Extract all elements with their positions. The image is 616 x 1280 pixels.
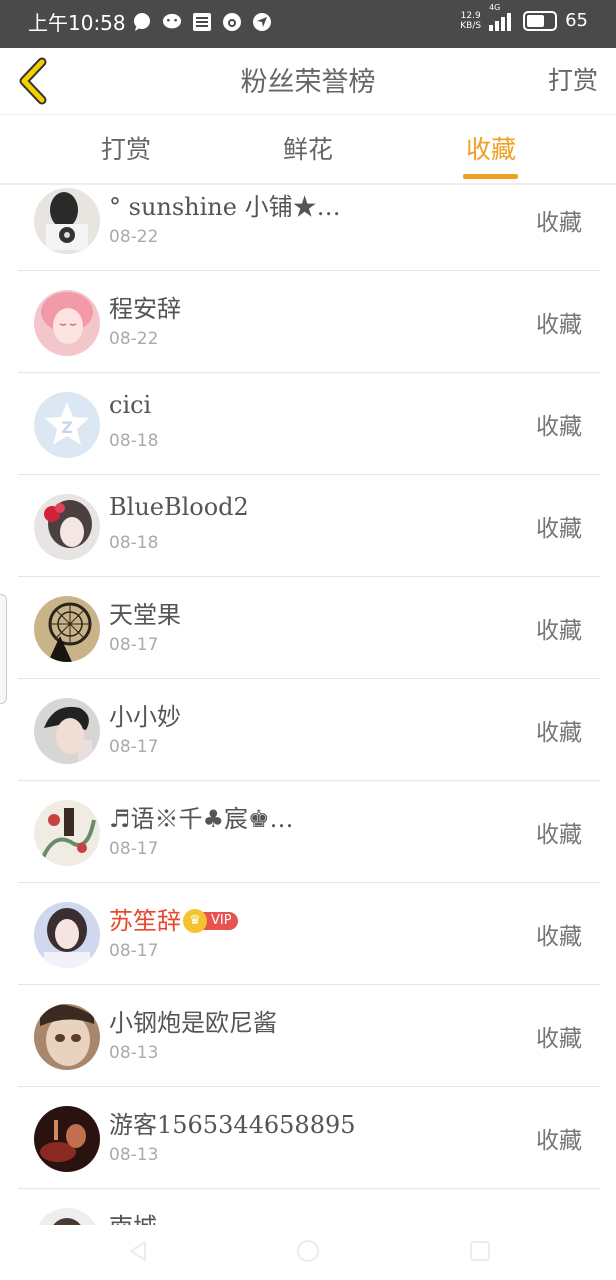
avatar bbox=[34, 290, 100, 356]
fan-name: cici bbox=[109, 391, 152, 419]
list-item[interactable]: 程安辞 08-22 收藏 bbox=[0, 271, 616, 373]
avatar bbox=[34, 698, 100, 764]
chat-bubble-icon bbox=[132, 12, 152, 32]
fan-action-label: 收藏 bbox=[536, 618, 582, 644]
battery-icon bbox=[523, 10, 558, 31]
fan-action-label: 收藏 bbox=[536, 1026, 582, 1052]
fan-name: 天堂果 bbox=[109, 601, 181, 629]
avatar bbox=[34, 1208, 100, 1225]
system-nav-bar bbox=[0, 1225, 616, 1280]
fan-date: 08-13 bbox=[109, 1043, 159, 1063]
list-item[interactable]: ° sunshine 小铺★… 08-22 收藏 bbox=[0, 185, 616, 271]
avatar: Z bbox=[34, 392, 100, 458]
fan-name: ♬语※千♣宸♚… bbox=[109, 805, 294, 833]
avatar bbox=[34, 188, 100, 254]
nav-home-button[interactable] bbox=[296, 1239, 320, 1267]
list-item[interactable]: 天堂果 08-17 收藏 bbox=[0, 577, 616, 679]
fan-action-label: 收藏 bbox=[536, 414, 582, 440]
fan-action-label: 收藏 bbox=[536, 516, 582, 542]
triangle-back-icon bbox=[130, 1241, 146, 1261]
status-bar: 上午10:58 12.9 KB/S 4G 65 bbox=[0, 0, 616, 48]
tab-bar: 打赏 鲜花 收藏 bbox=[0, 115, 616, 183]
tab-flowers[interactable]: 鲜花 bbox=[228, 115, 388, 183]
list-item[interactable]: 小钢炮是欧尼酱 08-13 收藏 bbox=[0, 985, 616, 1087]
list-app-icon bbox=[192, 12, 212, 32]
fan-date: 08-22 bbox=[109, 227, 159, 247]
battery-level: 65 bbox=[565, 10, 588, 31]
fan-name: 小小妙 bbox=[109, 703, 181, 731]
fan-action-label: 收藏 bbox=[536, 822, 582, 848]
fan-name: 小钢炮是欧尼酱 bbox=[109, 1009, 277, 1037]
notification-icons bbox=[132, 12, 272, 32]
avatar bbox=[34, 494, 100, 560]
page-title: 粉丝荣誉榜 bbox=[240, 67, 376, 98]
location-app-icon bbox=[252, 12, 272, 32]
fan-action-label: 收藏 bbox=[536, 924, 582, 950]
fan-date: 08-22 bbox=[109, 329, 159, 349]
nav-back-button[interactable] bbox=[126, 1239, 150, 1267]
avatar bbox=[34, 596, 100, 662]
fan-name: 游客1565344658895 bbox=[109, 1111, 356, 1139]
list-item[interactable]: 游客1565344658895 08-13 收藏 bbox=[0, 1087, 616, 1189]
fan-name: 苏笙辞 ♛ VIP bbox=[109, 901, 238, 936]
list-item[interactable]: 南城 bbox=[0, 1189, 616, 1225]
fan-date: 08-17 bbox=[109, 635, 159, 655]
avatar bbox=[34, 1106, 100, 1172]
fan-action-label: 收藏 bbox=[536, 1128, 582, 1154]
svg-text:Z: Z bbox=[61, 418, 73, 437]
fan-name: 南城 bbox=[109, 1207, 157, 1225]
fan-name: 程安辞 bbox=[109, 295, 181, 323]
avatar bbox=[34, 1004, 100, 1070]
tip-button[interactable]: 打赏 bbox=[548, 61, 598, 97]
fan-date: 08-13 bbox=[109, 1145, 159, 1165]
list-item[interactable]: Z cici 08-18 收藏 bbox=[0, 373, 616, 475]
nav-recents-button[interactable] bbox=[468, 1239, 492, 1267]
circle-home-icon bbox=[297, 1240, 319, 1262]
fan-action-label: 收藏 bbox=[536, 210, 582, 236]
header: 粉丝荣誉榜 打赏 bbox=[0, 48, 616, 114]
fan-date: 08-18 bbox=[109, 533, 159, 553]
status-time: 上午10:58 bbox=[28, 11, 126, 35]
status-right: 12.9 KB/S 4G 65 bbox=[460, 3, 588, 32]
fan-date: 08-17 bbox=[109, 941, 159, 961]
list-item[interactable]: 小小妙 08-17 收藏 bbox=[0, 679, 616, 781]
fan-date: 08-17 bbox=[109, 737, 159, 757]
vip-badge: ♛ VIP bbox=[183, 908, 238, 933]
active-tab-indicator bbox=[463, 174, 518, 179]
net-speed: 12.9 KB/S bbox=[460, 10, 482, 31]
fan-name: ° sunshine 小铺★… bbox=[109, 193, 341, 221]
list-item[interactable]: 苏笙辞 ♛ VIP 08-17 收藏 bbox=[0, 883, 616, 985]
avatar bbox=[34, 902, 100, 968]
crown-icon: ♛ bbox=[183, 908, 207, 933]
clock-app-icon bbox=[222, 12, 242, 32]
fan-action-label: 收藏 bbox=[536, 312, 582, 338]
avatar bbox=[34, 800, 100, 866]
list-item[interactable]: ♬语※千♣宸♚… 08-17 收藏 bbox=[0, 781, 616, 883]
tab-tip[interactable]: 打赏 bbox=[46, 115, 206, 183]
square-recents-icon bbox=[470, 1241, 490, 1261]
signal-icon: 4G bbox=[489, 3, 515, 31]
list-item[interactable]: BlueBlood2 08-18 收藏 bbox=[0, 475, 616, 577]
fan-action-label: 收藏 bbox=[536, 720, 582, 746]
fan-date: 08-18 bbox=[109, 431, 159, 451]
edge-handle[interactable] bbox=[0, 594, 7, 704]
fan-list[interactable]: ° sunshine 小铺★… 08-22 收藏 程安辞 08-22 收藏 Z … bbox=[0, 185, 616, 1225]
tab-favorites[interactable]: 收藏 bbox=[411, 115, 571, 183]
fan-name: BlueBlood2 bbox=[109, 493, 249, 521]
fan-date: 08-17 bbox=[109, 839, 159, 859]
wechat-icon bbox=[162, 12, 182, 32]
